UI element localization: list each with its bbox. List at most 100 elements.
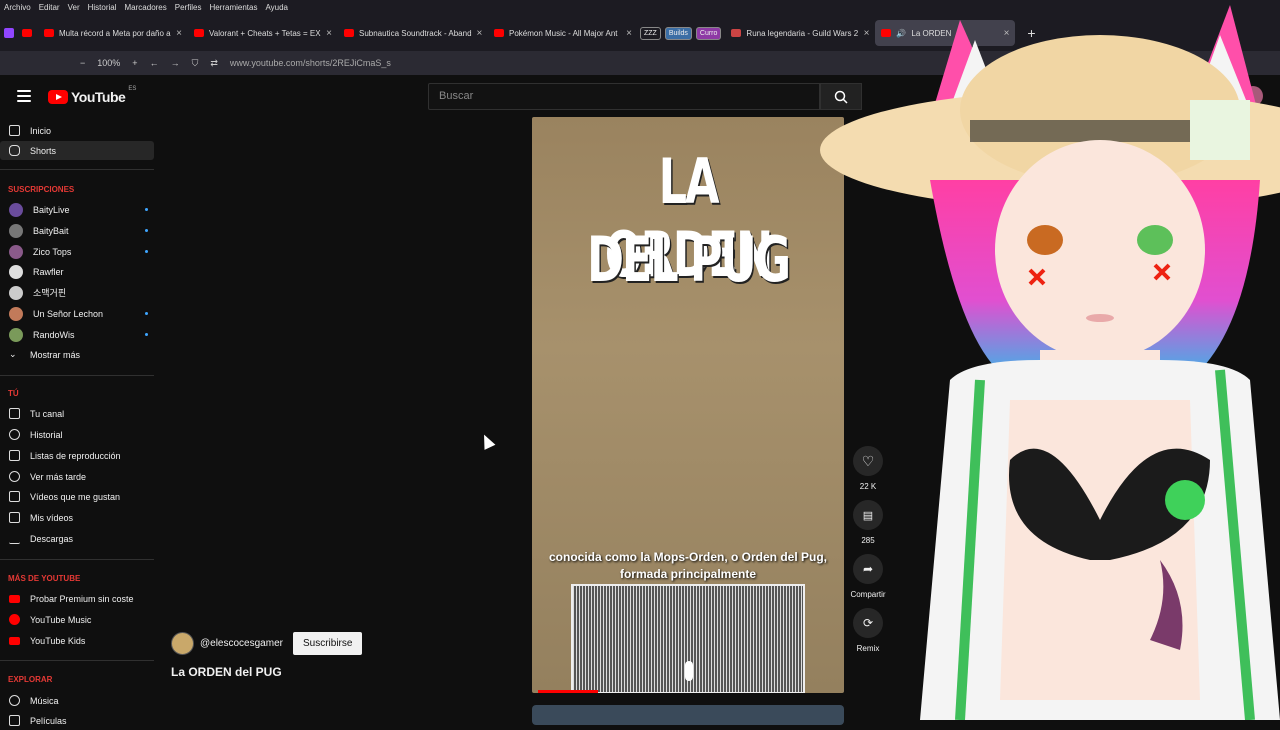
divider — [0, 559, 154, 560]
sidebar: Inicio Shorts SUSCRIPCIONES BaityLive Ba… — [0, 117, 156, 726]
forward-icon[interactable]: → — [171, 58, 180, 68]
channel-avatar — [9, 223, 23, 238]
sidebar-item-historial[interactable]: Historial — [0, 425, 154, 444]
menu-perfiles[interactable]: Perfiles — [175, 3, 202, 12]
sub-randowis[interactable]: RandoWis — [0, 325, 154, 344]
sidebar-item-inicio[interactable]: Inicio — [0, 121, 154, 140]
menu-historial[interactable]: Historial — [88, 3, 117, 12]
menu-herramientas[interactable]: Herramientas — [209, 3, 257, 12]
sidebar-item-ver-mas-tarde[interactable]: Ver más tarde — [0, 467, 154, 486]
chevron-down-icon: ⌄ — [9, 349, 17, 359]
download-icon — [9, 533, 20, 544]
vtuber-avatar-overlay — [820, 5, 1280, 720]
youtube-play-icon — [48, 90, 68, 104]
tab-2[interactable]: Valorant + Cheats + Tetas = EX × — [188, 20, 338, 46]
zoom-in-icon[interactable]: + — [132, 58, 137, 68]
menu-archivo[interactable]: Archivo — [4, 3, 31, 12]
menu-icon[interactable] — [17, 90, 31, 102]
subscriptions-header: SUSCRIPCIONES — [8, 185, 75, 194]
youtube-pinned-icon[interactable] — [22, 29, 32, 37]
close-tab-icon[interactable]: × — [176, 28, 182, 39]
menu-ayuda[interactable]: Ayuda — [265, 3, 288, 12]
back-icon[interactable]: ← — [150, 58, 159, 68]
guildwars-favicon-icon — [731, 29, 742, 37]
zoom-out-icon[interactable]: − — [80, 58, 85, 68]
divider — [0, 660, 154, 661]
menu-editar[interactable]: Editar — [39, 3, 60, 12]
search-input[interactable]: Buscar — [428, 83, 820, 110]
close-tab-icon[interactable]: × — [326, 28, 332, 39]
music-note-icon — [9, 695, 20, 706]
shorts-icon — [9, 145, 20, 156]
sidebar-item-music[interactable]: YouTube Music — [0, 610, 154, 629]
menu-marcadores[interactable]: Marcadores — [125, 3, 167, 12]
sidebar-toggle-icon[interactable] — [4, 28, 14, 38]
sub-zicotops[interactable]: Zico Tops — [0, 242, 154, 261]
channel-avatar — [9, 202, 23, 217]
next-short-preview[interactable] — [532, 705, 844, 725]
youtube-logo[interactable]: YouTube ES — [48, 86, 137, 105]
subscribe-button[interactable]: Suscribirse — [292, 632, 363, 655]
shield-icon[interactable]: ⛉ — [192, 58, 199, 69]
candle-shape — [685, 661, 693, 681]
sidebar-item-descargas[interactable]: Descargas — [0, 529, 154, 548]
new-content-dot — [145, 208, 148, 211]
channel-handle[interactable]: @elescocesgamer — [200, 638, 283, 649]
new-content-dot — [145, 250, 148, 253]
zoom-level[interactable]: 100% — [97, 58, 120, 68]
sidebar-item-shorts[interactable]: Shorts — [0, 141, 154, 160]
close-tab-icon[interactable]: × — [626, 28, 632, 39]
clock-icon — [9, 471, 20, 482]
history-icon — [9, 429, 20, 440]
menu-ver[interactable]: Ver — [68, 3, 80, 12]
short-title[interactable]: La ORDEN del PUG — [171, 665, 282, 679]
sub-baitylive[interactable]: BaityLive — [0, 200, 154, 219]
channel-avatar — [9, 244, 23, 259]
sub-baitybait[interactable]: BaityBait — [0, 221, 154, 240]
engraving-image — [571, 584, 805, 693]
sub-unsenorlechon[interactable]: Un Señor Lechon — [0, 304, 154, 323]
youtube-premium-icon — [9, 594, 20, 603]
tab-4[interactable]: Pokémon Music - All Major Ant × — [488, 20, 638, 46]
youtube-favicon-icon — [44, 29, 54, 37]
sub-rawfler[interactable]: Rawfler — [0, 262, 154, 281]
video-caption: conocida como la Mops-Orden, o Orden del… — [548, 550, 828, 581]
tab-3[interactable]: Subnautica Soundtrack - Aband × — [338, 20, 488, 46]
url-bar[interactable]: www.youtube.com/shorts/2REJiCmaS_s — [230, 58, 391, 68]
tab-1[interactable]: Multa récord a Meta por daño a × — [38, 20, 188, 46]
channel-avatar[interactable] — [171, 632, 194, 655]
sidebar-item-listas[interactable]: Listas de reproducción — [0, 446, 154, 465]
new-content-dot — [145, 333, 148, 336]
channel-avatar — [9, 285, 23, 300]
tab-group-zzz[interactable]: ZZZ — [640, 26, 661, 40]
tab-group-curro[interactable]: Curro — [695, 26, 722, 40]
mouse-cursor — [478, 432, 496, 450]
thumbs-up-icon — [9, 491, 20, 502]
sidebar-item-liked[interactable]: Vídeos que me gustan — [0, 487, 154, 506]
film-icon — [9, 715, 20, 726]
divider — [0, 169, 154, 170]
explore-header: EXPLORAR — [8, 675, 53, 684]
show-more-button[interactable]: ⌄ Mostrar más — [0, 345, 154, 364]
video-progress-bar[interactable] — [538, 690, 598, 693]
channel-avatar — [9, 306, 23, 321]
sidebar-item-tu-canal[interactable]: Tu canal — [0, 404, 154, 423]
sidebar-item-musica[interactable]: Música — [0, 691, 154, 710]
permissions-icon[interactable]: ⇄ — [210, 58, 218, 69]
sub-somaekgeopin[interactable]: 소맥거핀 — [0, 283, 154, 302]
youtube-favicon-icon — [194, 29, 204, 37]
sidebar-item-mis-videos[interactable]: Mis vídeos — [0, 508, 154, 527]
video-icon — [9, 512, 20, 523]
youtube-kids-icon — [9, 636, 20, 645]
sidebar-item-premium[interactable]: Probar Premium sin coste — [0, 589, 154, 608]
new-content-dot — [145, 312, 148, 315]
sidebar-item-peliculas[interactable]: Películas — [0, 711, 154, 730]
more-from-youtube-header: MÁS DE YOUTUBE — [8, 574, 81, 583]
close-tab-icon[interactable]: × — [477, 28, 483, 39]
tab-group-builds[interactable]: Builds — [664, 26, 692, 40]
region-code: ES — [128, 86, 137, 92]
new-content-dot — [145, 229, 148, 232]
sidebar-item-kids[interactable]: YouTube Kids — [0, 631, 154, 650]
channel-info: @elescocesgamer Suscribirse — [171, 632, 363, 655]
short-video-player[interactable]: LA ORDEN DEL PUG conocida como la Mops-O… — [532, 117, 844, 693]
